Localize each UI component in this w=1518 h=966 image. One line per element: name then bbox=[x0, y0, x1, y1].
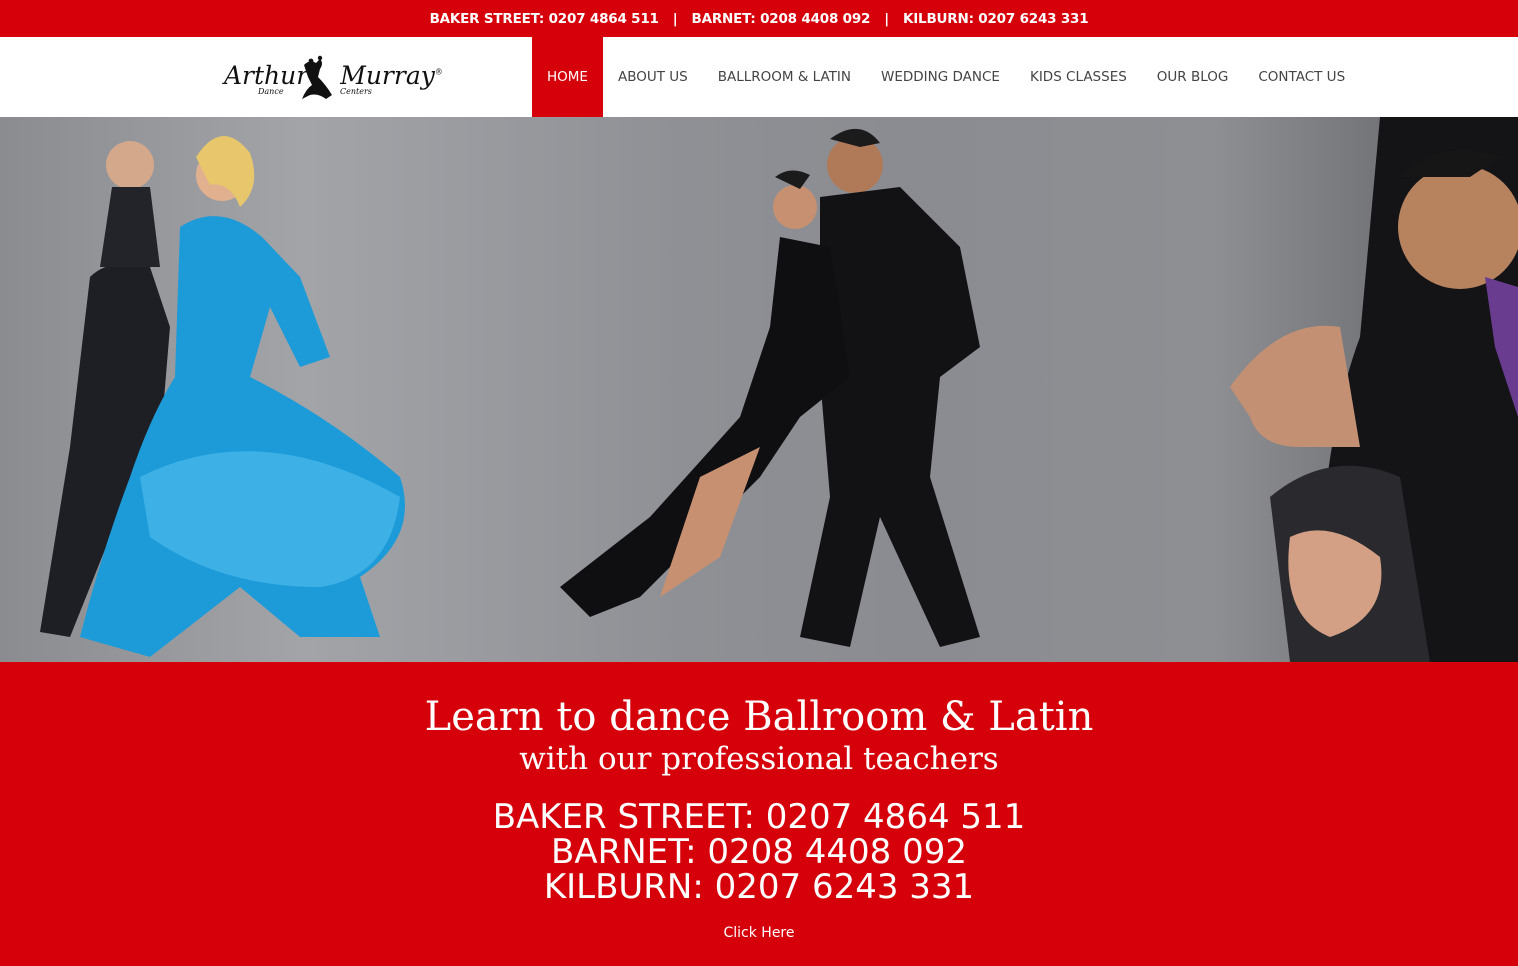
nav-item-contact-us[interactable]: CONTACT US bbox=[1243, 37, 1360, 117]
nav-item-kids-classes[interactable]: KIDS CLASSES bbox=[1015, 37, 1142, 117]
left-couple-figure bbox=[40, 135, 405, 657]
right-couple-figure bbox=[1230, 117, 1518, 662]
promo-section: Learn to dance Ballroom & Latin with our… bbox=[0, 662, 1518, 966]
topbar-baker-phone[interactable]: BAKER STREET: 0207 4864 511 bbox=[430, 11, 659, 27]
topbar-separator: | bbox=[884, 10, 889, 27]
nav-item-our-blog[interactable]: OUR BLOG bbox=[1142, 37, 1244, 117]
topbar-kilburn-phone[interactable]: KILBURN: 0207 6243 331 bbox=[903, 11, 1089, 27]
promo-phone-baker[interactable]: BAKER STREET: 0207 4864 511 bbox=[0, 800, 1518, 835]
top-phone-bar: BAKER STREET: 0207 4864 511 | BARNET: 02… bbox=[0, 0, 1518, 37]
click-here-link[interactable]: Click Here bbox=[723, 925, 794, 941]
promo-phone-list: BAKER STREET: 0207 4864 511 BARNET: 0208… bbox=[0, 800, 1518, 905]
nav-item-about-us[interactable]: ABOUT US bbox=[603, 37, 703, 117]
site-header: Arthur Murray® Dance Centers HOME ABOUT U… bbox=[0, 37, 1518, 117]
hero-dancers-image bbox=[40, 117, 1518, 662]
promo-phone-kilburn[interactable]: KILBURN: 0207 6243 331 bbox=[0, 870, 1518, 905]
nav-item-ballroom-latin[interactable]: BALLROOM & LATIN bbox=[703, 37, 866, 117]
topbar-barnet-phone[interactable]: BARNET: 0208 4408 092 bbox=[691, 11, 870, 27]
nav-item-home[interactable]: HOME bbox=[532, 37, 603, 117]
site-logo[interactable]: Arthur Murray® Dance Centers bbox=[224, 55, 443, 101]
logo-sub-centers: Centers bbox=[340, 87, 372, 96]
middle-couple-figure bbox=[560, 128, 980, 647]
promo-title: Learn to dance Ballroom & Latin bbox=[424, 694, 1094, 740]
topbar-separator: | bbox=[672, 10, 678, 27]
hero-banner bbox=[0, 117, 1518, 662]
promo-phone-barnet[interactable]: BARNET: 0208 4408 092 bbox=[0, 835, 1518, 870]
dancing-couple-logo-icon bbox=[302, 55, 332, 99]
nav-item-wedding-dance[interactable]: WEDDING DANCE bbox=[866, 37, 1015, 117]
main-nav: HOME ABOUT US BALLROOM & LATIN WEDDING D… bbox=[532, 37, 1360, 117]
promo-subtitle: with our professional teachers bbox=[519, 741, 999, 777]
logo-sub-dance: Dance bbox=[258, 87, 284, 96]
